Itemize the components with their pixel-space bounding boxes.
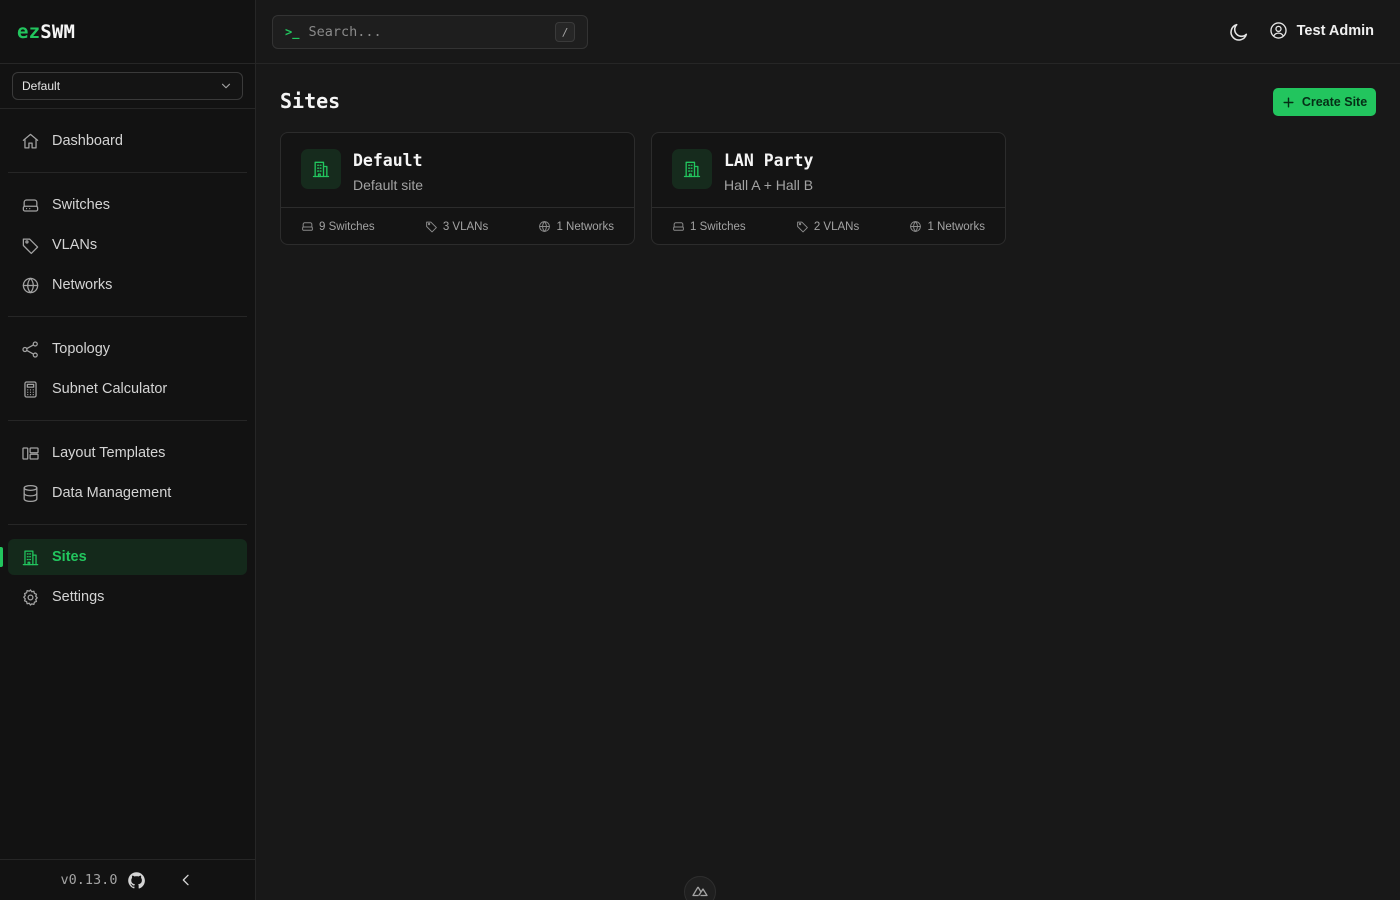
stat-switches: 9 Switches: [301, 220, 375, 233]
user-menu[interactable]: Test Admin: [1269, 21, 1374, 40]
site-card-header: Default Default site: [281, 133, 634, 208]
user-circle-icon: [1269, 22, 1287, 39]
site-avatar: [672, 149, 712, 189]
sidebar-item-label: Switches: [52, 197, 111, 213]
site-name: Default: [353, 151, 423, 170]
server-icon: [673, 222, 684, 231]
active-indicator: [0, 547, 3, 567]
site-selector-container: Default: [0, 64, 255, 109]
home-icon: [22, 133, 39, 148]
nav-group-overview: Dashboard: [8, 109, 247, 173]
stat-switches-label: 1 Switches: [690, 220, 746, 233]
search-shortcut-key: /: [555, 22, 575, 42]
stat-vlans-label: 3 VLANs: [442, 220, 489, 233]
sidebar-item-networks[interactable]: Networks: [8, 267, 247, 303]
sidebar-item-subnet-calculator[interactable]: Subnet Calculator: [8, 371, 247, 407]
site-card-header: LAN Party Hall A + Hall B: [652, 133, 1005, 208]
nav-group-inventory: Switches VLANs Networks: [8, 173, 247, 317]
globe-icon: [22, 277, 39, 293]
collapse-sidebar-icon[interactable]: [178, 872, 194, 888]
moon-icon[interactable]: [1228, 21, 1250, 43]
sidebar-item-label: Topology: [52, 341, 111, 357]
sidebar-item-sites[interactable]: Sites: [0, 539, 247, 575]
server-icon: [22, 198, 39, 212]
layout-icon: [22, 446, 39, 460]
gear-icon: [23, 588, 38, 606]
stat-vlans: 3 VLANs: [425, 220, 488, 233]
building-icon: [22, 550, 39, 565]
share-icon: [22, 340, 38, 358]
user-name: Test Admin: [1296, 22, 1374, 39]
sidebar-item-label: Layout Templates: [52, 445, 166, 461]
server-icon: [302, 222, 313, 231]
building-icon: [312, 161, 330, 178]
brand-prefix: ez: [17, 20, 41, 43]
brand-suffix: SWM: [40, 20, 76, 43]
terminal-prompt-icon: >_: [285, 25, 300, 39]
tag-icon: [796, 221, 808, 233]
search-input[interactable]: [308, 24, 555, 40]
site-card-lan-party[interactable]: LAN Party Hall A + Hall B 1 Switches 2 V…: [651, 132, 1006, 245]
sidebar-item-label: Subnet Calculator: [52, 381, 168, 397]
stat-vlans-label: 2 VLANs: [813, 220, 860, 233]
sidebar-item-label: Dashboard: [52, 133, 123, 149]
site-name: LAN Party: [724, 151, 814, 170]
sidebar-footer: v0.13.0: [0, 859, 255, 900]
page-title: Sites: [280, 89, 341, 113]
stat-networks: 1 Networks: [909, 220, 985, 233]
tag-icon: [425, 221, 437, 233]
create-site-button[interactable]: Create Site: [1273, 88, 1376, 116]
devtools-badge[interactable]: [684, 876, 716, 900]
nav-group-tools: Topology Subnet Calculator: [8, 317, 247, 421]
building-icon: [683, 161, 701, 178]
sidebar-item-switches[interactable]: Switches: [8, 187, 247, 223]
site-stats: 9 Switches 3 VLANs 1 Networks: [281, 208, 634, 245]
site-description: Default site: [353, 177, 424, 193]
sidebar-item-label: Sites: [52, 549, 87, 565]
stat-networks-label: 1 Networks: [927, 220, 985, 233]
sidebar-item-data-management[interactable]: Data Management: [8, 475, 247, 511]
nuxt-logo-icon: [692, 886, 708, 897]
stat-vlans: 2 VLANs: [796, 220, 859, 233]
sidebar-item-vlans[interactable]: VLANs: [8, 227, 247, 263]
tag-icon: [22, 238, 39, 254]
calculator-icon: [24, 380, 37, 398]
globe-icon: [539, 221, 551, 232]
search-bar[interactable]: >_ /: [272, 15, 588, 49]
sidebar-item-layout-templates[interactable]: Layout Templates: [8, 435, 247, 471]
site-selector-value: Default: [22, 79, 61, 93]
chevron-down-icon: [221, 83, 231, 89]
create-site-label: Create Site: [1301, 95, 1368, 109]
site-stats: 1 Switches 2 VLANs 1 Networks: [652, 208, 1005, 245]
globe-icon: [910, 221, 922, 232]
sidebar: ezSWM Default Dashboard Switches VLANs: [0, 0, 256, 900]
sidebar-item-label: VLANs: [52, 237, 98, 253]
sidebar-item-dashboard[interactable]: Dashboard: [8, 123, 247, 159]
site-avatar: [301, 149, 341, 189]
app-version: v0.13.0: [60, 872, 118, 888]
plus-icon: [1283, 96, 1294, 108]
sidebar-item-settings[interactable]: Settings: [8, 579, 247, 615]
database-icon: [23, 484, 38, 502]
sidebar-item-label: Networks: [52, 277, 113, 293]
stat-networks: 1 Networks: [538, 220, 614, 233]
site-selector[interactable]: Default: [12, 72, 243, 100]
stat-switches-label: 9 Switches: [319, 220, 375, 233]
nav-group-admin: Sites Settings: [0, 525, 247, 628]
sidebar-nav: Dashboard Switches VLANs Networks Topolo…: [0, 109, 255, 628]
top-header: >_ / Test Admin: [256, 0, 1400, 64]
stat-switches: 1 Switches: [672, 220, 746, 233]
stat-networks-label: 1 Networks: [556, 220, 614, 233]
nav-group-data: Layout Templates Data Management: [8, 421, 247, 525]
github-icon[interactable]: [127, 871, 146, 890]
sidebar-item-label: Settings: [52, 589, 105, 605]
app-logo[interactable]: ez SWM: [0, 0, 255, 64]
sidebar-item-topology[interactable]: Topology: [8, 331, 247, 367]
site-description: Hall A + Hall B: [724, 177, 814, 193]
site-card-default[interactable]: Default Default site 9 Switches 3 VLANs …: [280, 132, 635, 245]
sidebar-item-label: Data Management: [52, 485, 172, 501]
